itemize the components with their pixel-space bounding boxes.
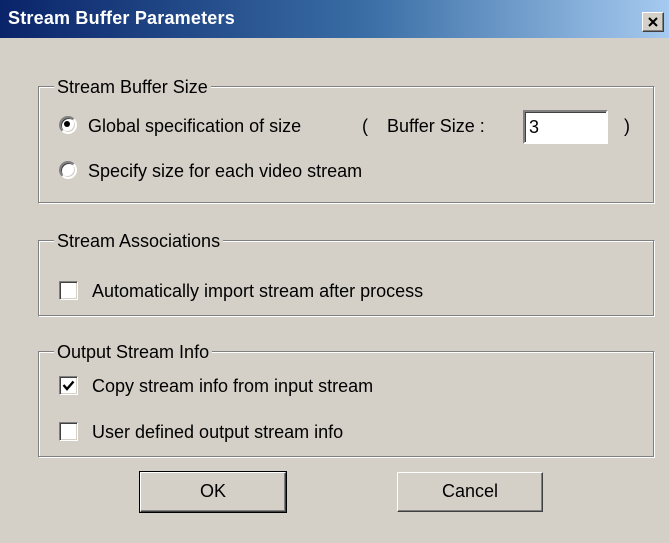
title-bar[interactable]: Stream Buffer Parameters bbox=[0, 0, 669, 38]
group-label-stream-associations: Stream Associations bbox=[54, 231, 224, 251]
window-title: Stream Buffer Parameters bbox=[8, 8, 235, 28]
cancel-button[interactable]: Cancel bbox=[397, 472, 543, 512]
close-icon bbox=[648, 17, 658, 27]
checkmark-icon bbox=[62, 380, 75, 391]
group-label-stream-buffer-size: Stream Buffer Size bbox=[54, 77, 211, 97]
checkbox-auto-import-label[interactable]: Automatically import stream after proces… bbox=[92, 281, 423, 301]
radio-global-size-label[interactable]: Global specification of size bbox=[88, 116, 301, 136]
checkbox-user-defined-label[interactable]: User defined output stream info bbox=[92, 422, 343, 442]
buffer-size-input[interactable] bbox=[523, 110, 608, 144]
paren-close: ) bbox=[624, 116, 630, 136]
group-stream-associations bbox=[38, 240, 655, 317]
ok-button[interactable]: OK bbox=[139, 471, 287, 513]
radio-dot bbox=[64, 121, 70, 127]
checkbox-copy-info-label[interactable]: Copy stream info from input stream bbox=[92, 376, 373, 396]
group-label-output-stream-info: Output Stream Info bbox=[54, 342, 213, 362]
checkbox-copy-info[interactable] bbox=[59, 376, 78, 395]
checkbox-auto-import[interactable] bbox=[59, 281, 78, 300]
checkbox-user-defined[interactable] bbox=[59, 422, 78, 441]
radio-each-stream-label[interactable]: Specify size for each video stream bbox=[88, 161, 362, 181]
radio-each-stream[interactable] bbox=[59, 161, 77, 179]
dialog-window: Stream Buffer Parameters Stream Buffer S… bbox=[0, 0, 669, 543]
close-button[interactable] bbox=[642, 12, 664, 32]
radio-global-size[interactable] bbox=[59, 116, 77, 134]
buffer-size-label: Buffer Size : bbox=[387, 116, 485, 136]
paren-open: ( bbox=[362, 116, 368, 136]
group-stream-buffer-size bbox=[38, 86, 655, 204]
